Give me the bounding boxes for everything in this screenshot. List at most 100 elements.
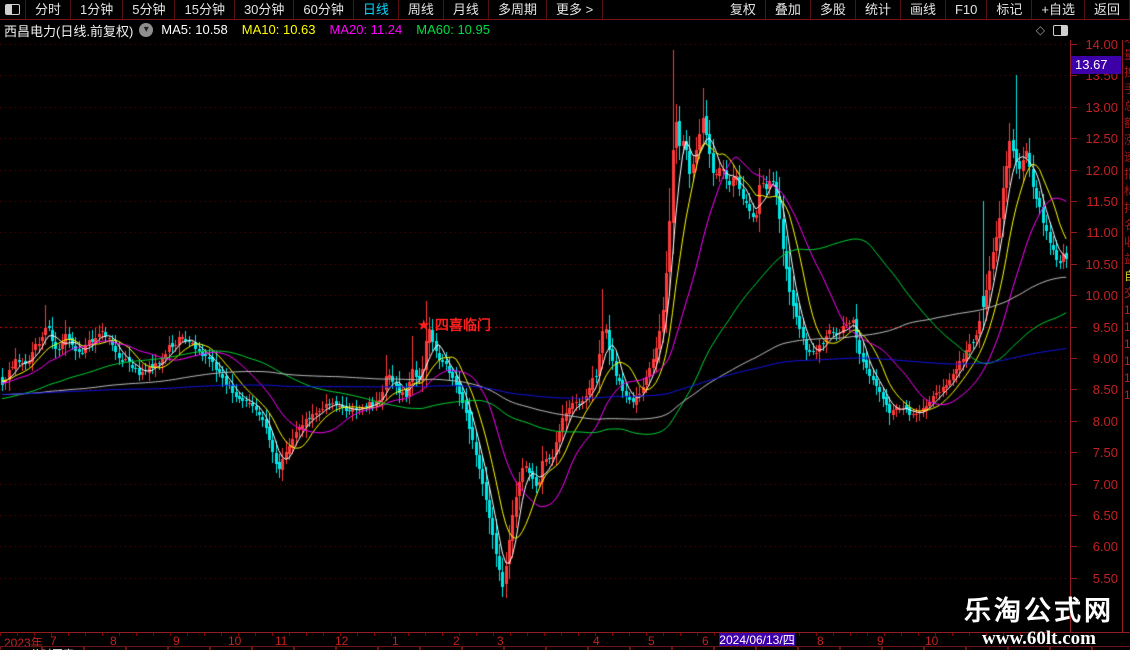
candlestick-chart[interactable]	[0, 0, 1070, 650]
bottom-cells	[0, 646, 1130, 650]
tool-button-4[interactable]: 统计	[856, 0, 901, 19]
period-tabs: 分时 1分钟 5分钟 15分钟 30分钟 60分钟 日线 周线 月线 多周期 更多 >	[26, 0, 604, 19]
watermark-url: www.60lt.com	[982, 628, 1096, 649]
bottom-cell	[252, 646, 294, 650]
diamond-icon[interactable]: ◇	[1036, 23, 1045, 37]
price-axis-label: 10.00	[1085, 288, 1118, 304]
bottom-strip: 分时图表	[0, 646, 1130, 650]
sidebar-partial-char: 标	[1124, 183, 1130, 200]
selected-date-tag: 2024/06/13/四	[719, 633, 795, 647]
price-axis-tick	[1071, 546, 1077, 548]
tool-buttons: 复权 叠加 多股 统计 画线 F10 标记 +自选 返回	[721, 0, 1130, 19]
bottom-cell	[924, 646, 966, 650]
tool-button-6[interactable]: F10	[946, 0, 988, 19]
sidebar-partial-char: 换	[1124, 64, 1130, 81]
right-sidebar-strip[interactable]: 现量换手总额涨速指标排名收益自交111111	[1124, 30, 1130, 630]
period-tab-7[interactable]: 日线	[354, 0, 399, 19]
sidebar-partial-char: 交	[1124, 285, 1130, 302]
bottom-cell	[546, 646, 588, 650]
sidebar-partial-char: 1	[1124, 320, 1130, 334]
period-tab-1[interactable]: 分时	[26, 0, 72, 19]
ma-legend-item-4: MA60: 10.95	[416, 22, 490, 37]
price-axis-tick	[1071, 75, 1077, 77]
tool-button-5[interactable]: 画线	[901, 0, 946, 19]
bottom-cell	[378, 646, 420, 650]
price-axis-tick	[1071, 452, 1077, 454]
star-icon: ★	[417, 317, 431, 334]
period-tab-6[interactable]: 60分钟	[294, 0, 354, 19]
annotation-label: 四喜临门	[434, 317, 491, 333]
period-tab-10[interactable]: 多周期	[489, 0, 547, 19]
panel-toggle-icon[interactable]	[1053, 24, 1068, 36]
tool-button-1[interactable]: 复权	[721, 0, 766, 19]
bottom-cell	[756, 646, 798, 650]
price-axis-tick	[1071, 106, 1077, 108]
bottom-cell	[126, 646, 168, 650]
tool-button-2[interactable]: 叠加	[766, 0, 811, 19]
price-axis-tick	[1071, 201, 1077, 202]
sidebar-partial-char: 名	[1124, 217, 1130, 234]
bottom-cell	[672, 646, 714, 650]
price-axis-label: 7.00	[1092, 476, 1118, 492]
tool-button-8[interactable]: +自选	[1032, 0, 1085, 19]
sidebar-partial-char: 总	[1124, 98, 1130, 115]
price-axis-label: 11.50	[1086, 194, 1118, 209]
time-axis: 2023年 2024/06/13/四 7 8 9 10 11 12 1 2 3 4 5 6 8 9 10	[0, 632, 1130, 650]
price-axis-tick	[1071, 515, 1077, 516]
price-axis-label: 9.50	[1092, 319, 1118, 335]
bottom-cell	[168, 646, 210, 650]
tool-button-9[interactable]: 返回	[1085, 0, 1130, 19]
period-tab-4[interactable]: 15分钟	[175, 0, 235, 19]
sidebar-partial-char: 量	[1124, 47, 1130, 64]
sidebar-partial-char: 1	[1124, 388, 1130, 402]
sidebar-partial-char: 排	[1124, 200, 1130, 217]
bottom-cell	[294, 646, 336, 650]
price-axis-tick	[1071, 263, 1077, 265]
price-axis-label: 6.50	[1092, 508, 1118, 523]
ma-legend-item-1: MA5: 10.58	[161, 22, 228, 37]
bottom-cell	[210, 646, 252, 650]
sidebar-partial-char: 指	[1124, 166, 1130, 183]
annotation-marker: ★ 四喜临门	[417, 315, 491, 335]
price-axis-tick	[1071, 326, 1077, 328]
ma-legend-item-3: MA20: 11.24	[329, 22, 403, 37]
price-axis-label: 11.00	[1086, 225, 1118, 241]
price-axis-label: 6.00	[1092, 539, 1118, 555]
sidebar-partial-char: 速	[1124, 149, 1130, 166]
period-tab-2[interactable]: 1分钟	[71, 0, 124, 19]
price-axis-label: 9.00	[1092, 351, 1118, 366]
period-tab-8[interactable]: 周线	[399, 0, 444, 19]
period-tab-5[interactable]: 30分钟	[235, 0, 295, 19]
bottom-cell	[882, 646, 924, 650]
period-tab-9[interactable]: 月线	[444, 0, 489, 19]
price-axis-label: 12.50	[1085, 131, 1118, 147]
bottom-cell	[420, 646, 462, 650]
sidebar-partial-char: 益	[1124, 251, 1130, 268]
bottom-cell	[462, 646, 504, 650]
price-axis-tick	[1071, 420, 1077, 422]
price-axis-label: 8.00	[1092, 413, 1118, 429]
tool-button-3[interactable]: 多股	[811, 0, 856, 19]
price-axis-tick	[1071, 577, 1077, 579]
period-toolbar: 分时 1分钟 5分钟 15分钟 30分钟 60分钟 日线 周线 月线 多周期 更多 > 复权 叠加 多股…	[0, 0, 1130, 20]
sidebar-partial-char: 1	[1124, 303, 1130, 317]
price-axis-label: 8.50	[1092, 382, 1118, 398]
sidebar-partial-char: 涨	[1124, 132, 1130, 149]
trading-app-window: 分时 1分钟 5分钟 15分钟 30分钟 60分钟 日线 周线 月线 多周期 更多 > 复权 叠加 多股…	[0, 0, 1130, 650]
watermark: 乐淘公式网 www.60lt.com	[964, 589, 1114, 650]
header-icons: ◇	[1036, 23, 1068, 37]
bottom-cell	[840, 646, 882, 650]
tool-button-7[interactable]: 标记	[987, 0, 1033, 19]
chevron-down-icon[interactable]: ▾	[139, 23, 154, 37]
bottom-cell	[84, 646, 126, 650]
stock-title: 西昌电力(日线.前复权)	[4, 23, 134, 39]
price-axis: 14.00 13.50 13.00 12.50 12.00 11.50 11.00 10.50…	[1070, 28, 1123, 646]
chart-header: 西昌电力(日线.前复权) ▾ MA5: 10.58 MA10: 10.63 MA20…	[0, 20, 1130, 40]
bottom-cell	[714, 646, 756, 650]
layout-toggle[interactable]	[0, 0, 26, 19]
price-axis-label: 10.50	[1085, 256, 1118, 272]
price-axis-tick	[1071, 44, 1077, 45]
period-tab-3[interactable]: 5分钟	[123, 0, 176, 19]
period-tab-11[interactable]: 更多 >	[547, 0, 604, 19]
